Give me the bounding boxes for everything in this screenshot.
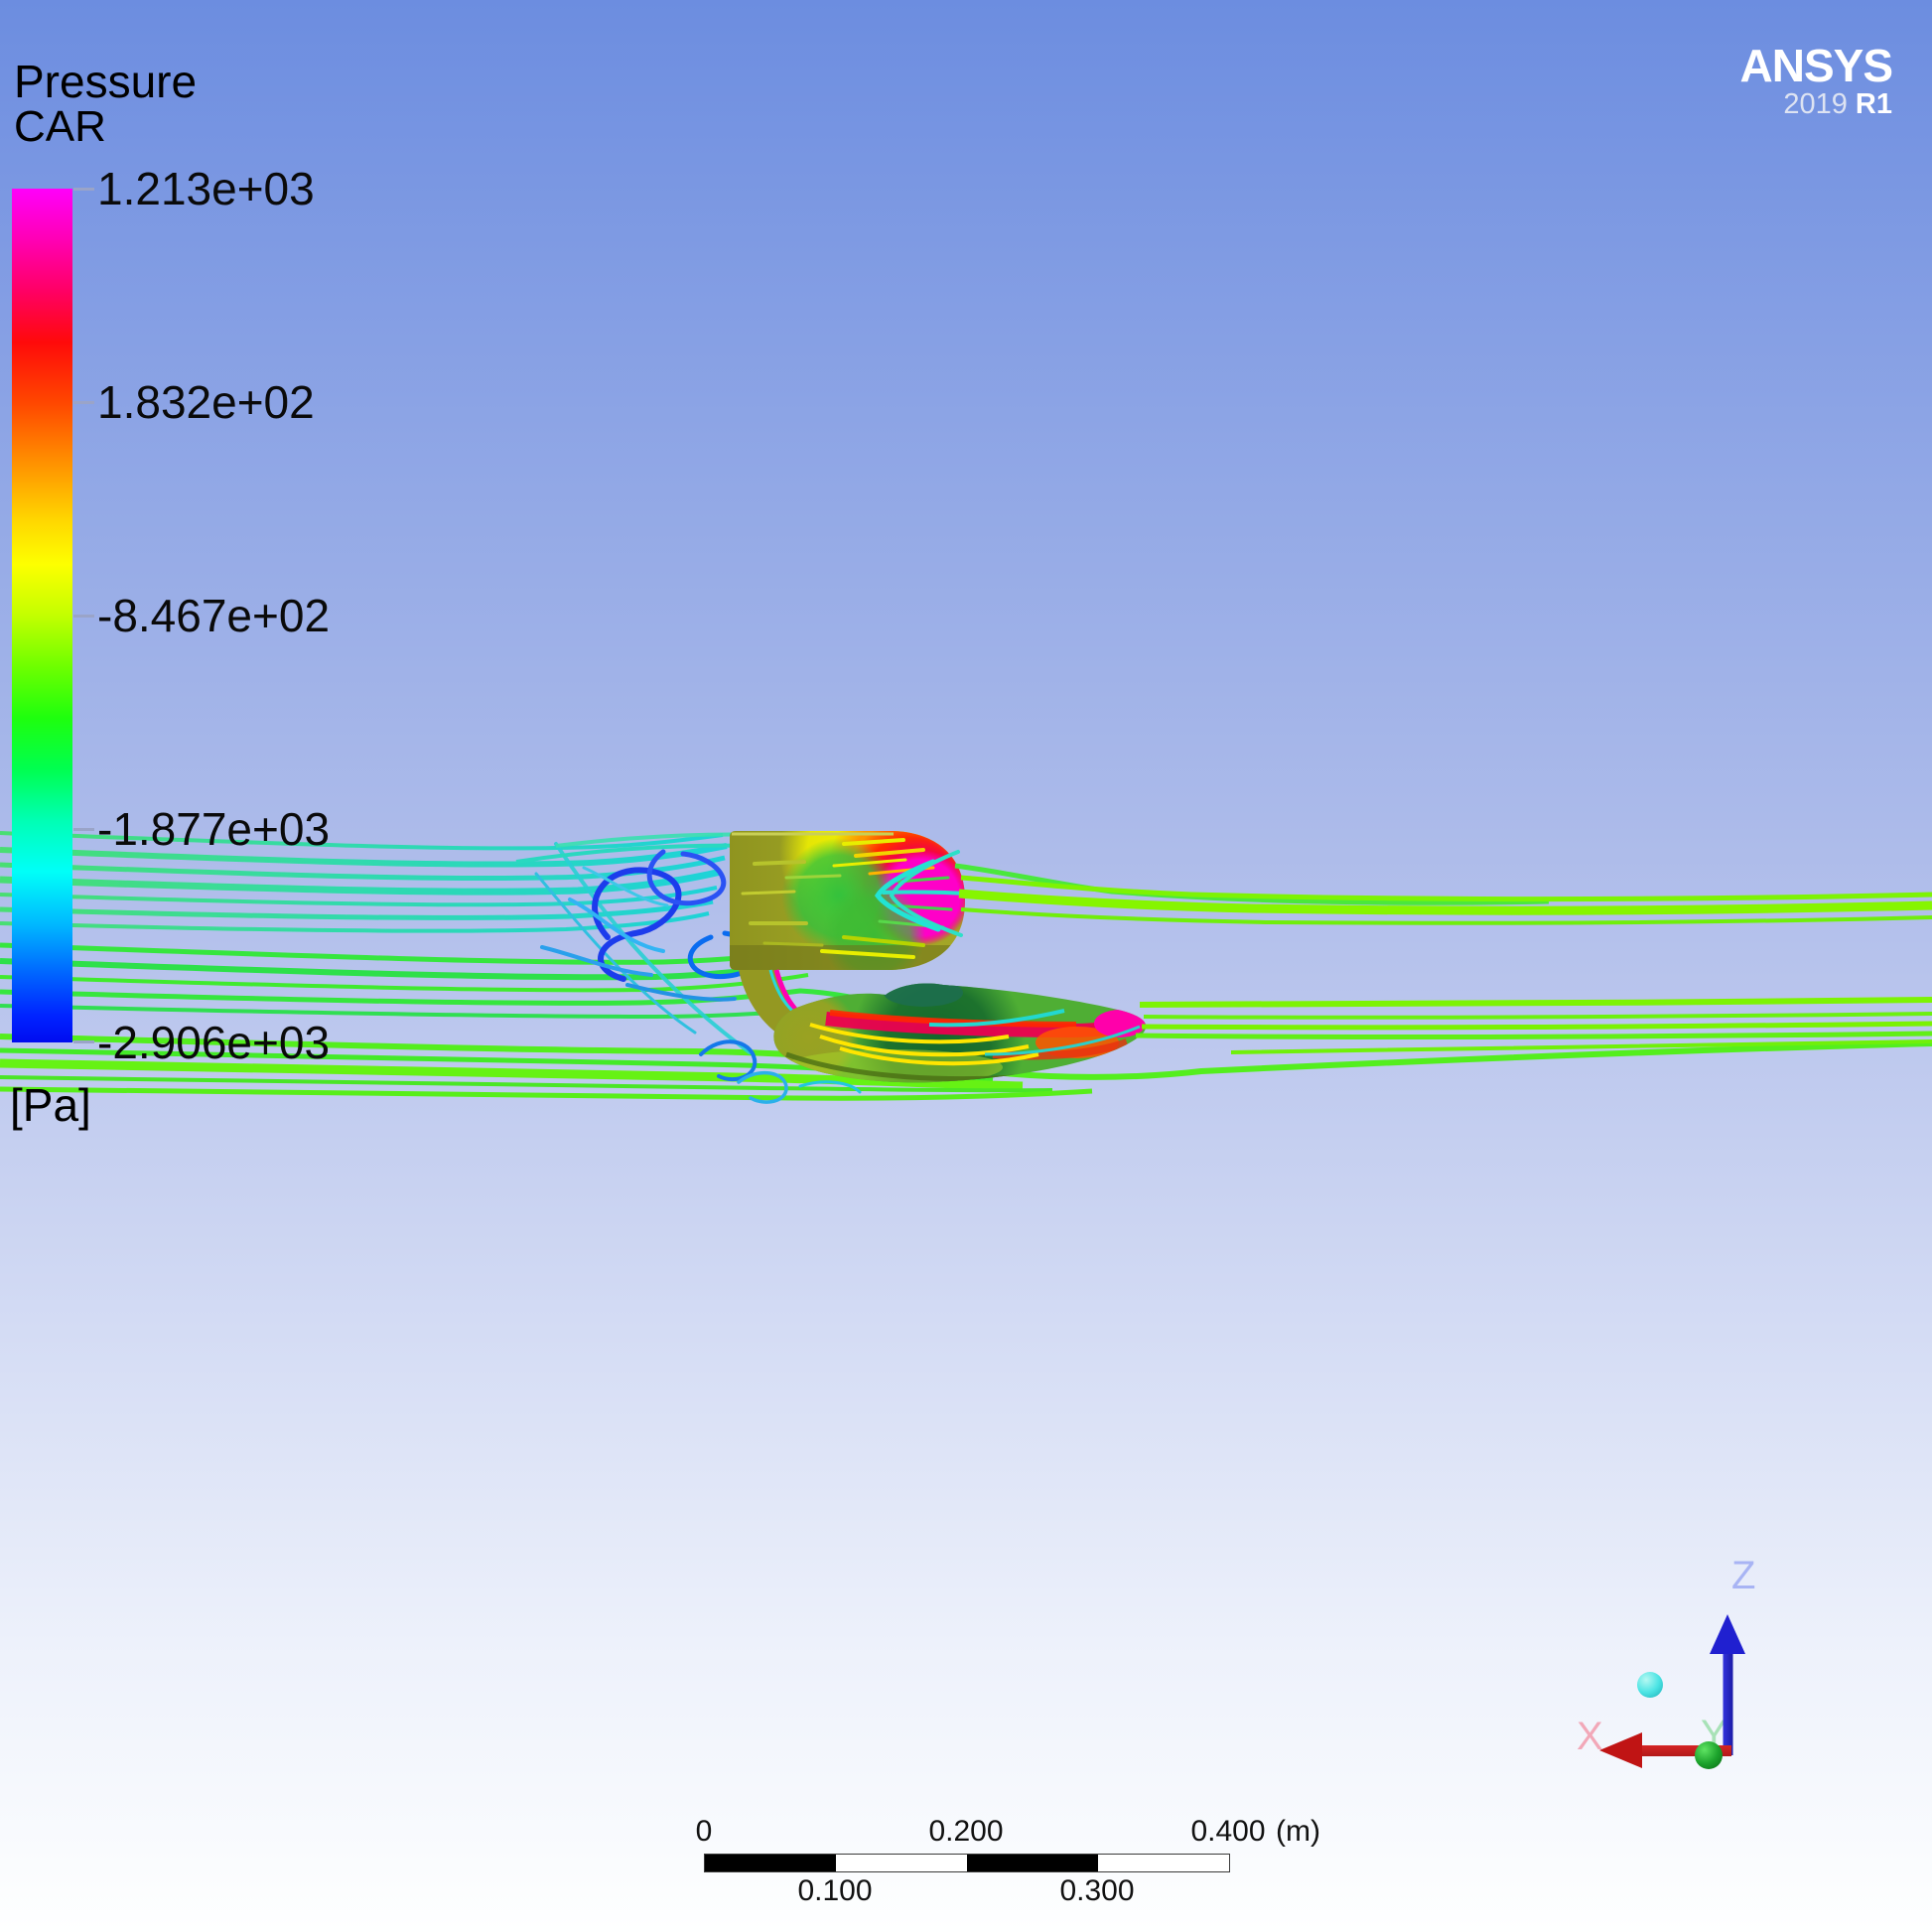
legend-unit: [Pa]: [10, 1078, 91, 1132]
y-axis-sphere: [1637, 1672, 1663, 1698]
ruler-label-0400: 0.400: [1190, 1815, 1265, 1849]
axis-z-label: Z: [1731, 1554, 1755, 1597]
ruler-segment-white: [836, 1855, 967, 1871]
colorbar-tick-label: -1.877e+03: [97, 803, 330, 855]
streamlines-downstream-upper: [955, 866, 1932, 923]
ruler-label-0300: 0.300: [1059, 1874, 1134, 1908]
colorbar-tick: [73, 1040, 94, 1043]
streamlines-downstream-lower: [1136, 1000, 1932, 1052]
ansys-logo-version: 2019 R1: [1740, 89, 1892, 119]
ruler-segment-black: [967, 1855, 1098, 1871]
legend-title: Pressure: [14, 58, 197, 105]
ruler-unit: (m): [1276, 1815, 1320, 1849]
ansys-logo-brand: ANSYS: [1740, 42, 1892, 89]
viewport-3d[interactable]: Y Z X: [0, 0, 1932, 1932]
scale-ruler: [704, 1854, 1230, 1872]
ruler-label-0: 0: [696, 1815, 713, 1849]
colorbar-tick: [73, 615, 94, 618]
colorbar-tick: [73, 188, 94, 191]
ruler-label-0100: 0.100: [797, 1874, 872, 1908]
ruler-label-0200: 0.200: [928, 1815, 1003, 1849]
colorbar-tick-label: 1.832e+02: [97, 376, 315, 428]
ruler-segment-black: [705, 1855, 836, 1871]
axis-x-label: X: [1577, 1715, 1603, 1758]
colorbar-tick: [73, 828, 94, 831]
ansys-version-year: 2019: [1783, 88, 1848, 120]
ansys-viewport: Y Z X Pressure CAR 1.213e+03 1.832e+02 -…: [0, 0, 1932, 1932]
origin-sphere: [1695, 1741, 1723, 1769]
z-axis-shaft: [1724, 1648, 1733, 1755]
colorbar-tick-label: -2.906e+03: [97, 1017, 330, 1068]
legend-subtitle: CAR: [14, 103, 106, 151]
colorbar-tick: [73, 401, 94, 404]
x-axis-arrowhead: [1599, 1732, 1642, 1768]
ansys-version-release: R1: [1856, 88, 1892, 120]
ruler-segment-white: [1098, 1855, 1229, 1871]
axis-triad[interactable]: Y Z X: [1577, 1554, 1755, 1769]
z-axis-arrowhead: [1710, 1614, 1745, 1654]
ansys-logo: ANSYS 2019 R1: [1740, 42, 1892, 119]
rear-wing: [759, 953, 1146, 1128]
car-body: [730, 758, 974, 987]
colorbar-tick-label: 1.213e+03: [97, 163, 315, 214]
colorbar-tick-label: -8.467e+02: [97, 590, 330, 641]
pressure-colorbar: [12, 189, 72, 1042]
